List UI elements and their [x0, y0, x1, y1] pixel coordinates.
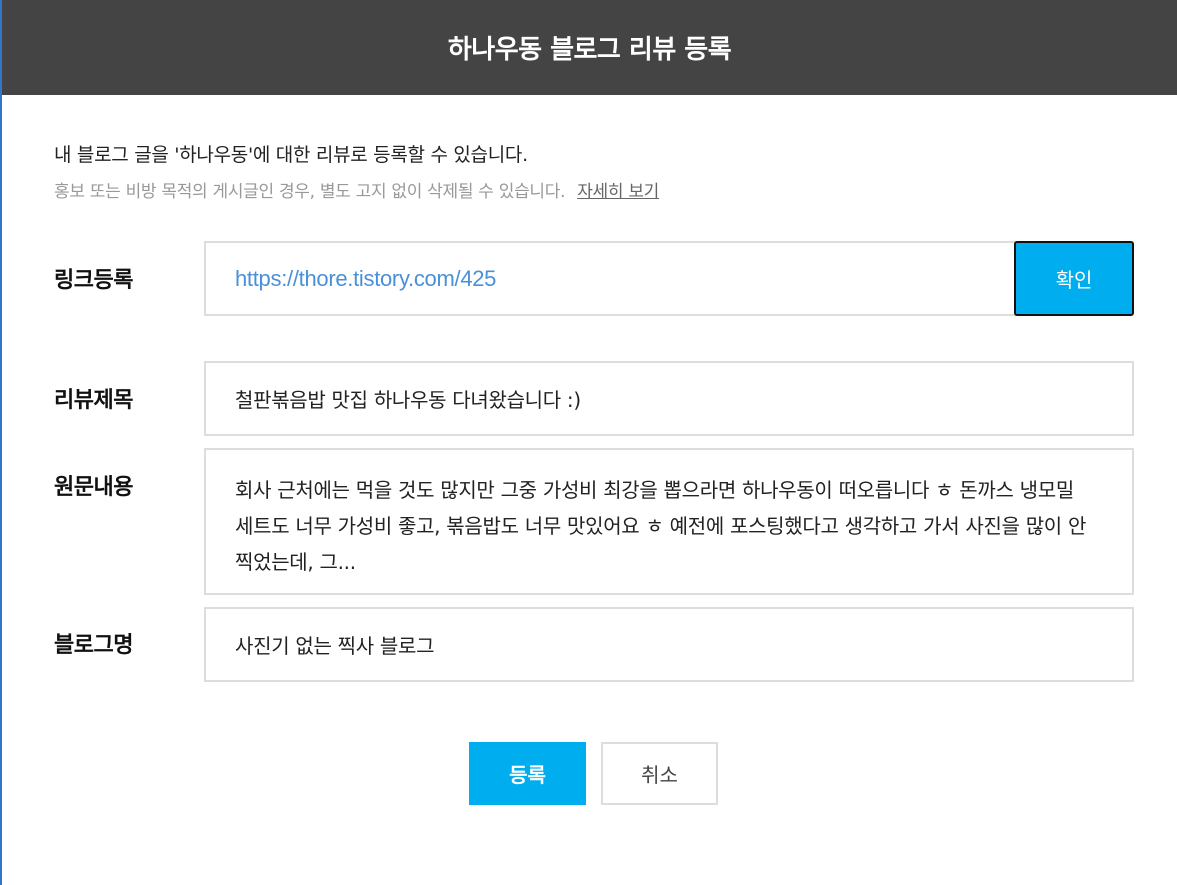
intro-text: 내 블로그 글을 '하나우동'에 대한 리뷰로 등록할 수 있습니다. [54, 144, 528, 166]
content-label: 원문내용 [54, 475, 133, 500]
review-dialog: 하나우동 블로그 리뷰 등록 내 블로그 글을 '하나우동'에 대한 리뷰로 등… [0, 0, 1177, 885]
review-title-field: 철판볶음밥 맛집 하나우동 다녀왔습니다 :) [204, 361, 1134, 436]
blog-name-field: 사진기 없는 찍사 블로그 [204, 607, 1134, 682]
link-input[interactable]: https://thore.tistory.com/425 [204, 241, 1016, 316]
title-label: 리뷰제목 [54, 388, 133, 413]
confirm-button[interactable]: 확인 [1014, 241, 1134, 316]
notice-message: 홍보 또는 비방 목적의 게시글인 경우, 별도 고지 없이 삭제될 수 있습니… [54, 182, 566, 202]
cancel-button[interactable]: 취소 [601, 742, 718, 805]
notice-text: 홍보 또는 비방 목적의 게시글인 경우, 별도 고지 없이 삭제될 수 있습니… [54, 177, 659, 202]
link-label: 링크등록 [54, 268, 133, 293]
dialog-header: 하나우동 블로그 리뷰 등록 [2, 0, 1177, 95]
details-link[interactable]: 자세히 보기 [577, 182, 659, 202]
dialog-title: 하나우동 블로그 리뷰 등록 [447, 35, 732, 65]
blog-label: 블로그명 [54, 633, 133, 658]
review-content-field: 회사 근처에는 먹을 것도 많지만 그중 가성비 최강을 뽑으라면 하나우동이 … [204, 448, 1134, 595]
submit-button[interactable]: 등록 [469, 742, 586, 805]
